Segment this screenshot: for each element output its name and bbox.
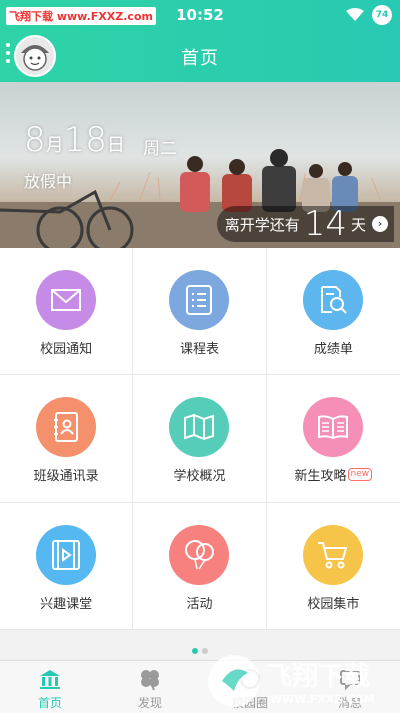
grid-item-label: 班级通讯录 bbox=[33, 469, 99, 485]
new-badge: new bbox=[347, 468, 373, 482]
map-icon bbox=[169, 397, 230, 458]
grid-item-label: 活动 bbox=[186, 596, 213, 612]
page-title: 首页 bbox=[181, 48, 219, 69]
grid-item-label: 学校概况 bbox=[173, 469, 226, 485]
watermark-logo: 飞翔下载 WWW.FXXZ.COM bbox=[208, 655, 375, 707]
battery-icon: 74 bbox=[372, 5, 392, 25]
wifi-icon bbox=[346, 8, 364, 21]
status-bar: 飞翔下载 www.FXXZ.com 10:52 74 bbox=[0, 0, 400, 30]
app-bar: 首页 bbox=[0, 30, 400, 82]
balloons-icon bbox=[169, 524, 230, 585]
nav-label: 首页 bbox=[37, 696, 62, 710]
status-time: 10:52 bbox=[176, 6, 224, 24]
grid-item-label: 课程表 bbox=[179, 342, 219, 357]
grid-item-label: 新生攻略 new bbox=[267, 465, 400, 484]
watermark-brand: 飞翔下载 bbox=[266, 662, 370, 692]
banner[interactable]: 8月18日 周二 放假中 离开学还有 14 天 › bbox=[0, 82, 400, 248]
contacts-book-icon bbox=[36, 397, 97, 458]
vacation-status: 放假中 bbox=[24, 172, 73, 191]
nav-discover[interactable]: 发现 bbox=[100, 661, 200, 713]
grid-item-school-notice[interactable]: 校园通知 bbox=[0, 248, 134, 376]
grid-item-label: 成绩单 bbox=[313, 342, 353, 357]
nav-home[interactable]: 首页 bbox=[0, 661, 100, 713]
grid-item-class-contacts[interactable]: 班级通讯录 bbox=[0, 375, 134, 503]
open-book-icon bbox=[303, 397, 364, 458]
home-building-icon bbox=[40, 670, 60, 689]
grid-item-activities[interactable]: 活动 bbox=[133, 502, 267, 630]
grid-item-interest-class[interactable]: 兴趣课堂 bbox=[0, 502, 134, 630]
grid-item-school-overview[interactable]: 学校概况 bbox=[133, 375, 267, 503]
countdown-badge[interactable]: 离开学还有 14 天 › bbox=[216, 204, 394, 244]
grid-item-label: 校园集市 bbox=[307, 596, 360, 612]
video-icon bbox=[36, 524, 97, 585]
grid-item-label: 兴趣课堂 bbox=[40, 596, 93, 612]
countdown-unit: 天 bbox=[350, 215, 366, 234]
watermark-url: WWW.FXXZ.COM bbox=[270, 693, 375, 706]
shopping-cart-icon bbox=[303, 524, 364, 585]
nav-label: 发现 bbox=[137, 696, 162, 710]
grid-item-timetable[interactable]: 课程表 bbox=[133, 248, 267, 376]
report-search-icon bbox=[303, 270, 364, 330]
page-indicator bbox=[0, 639, 400, 654]
mail-icon bbox=[36, 270, 97, 330]
grid-item-freshman-guide[interactable]: 新生攻略 new bbox=[266, 375, 400, 503]
banner-date: 8月18日 bbox=[24, 120, 125, 160]
countdown-days: 14 bbox=[303, 204, 347, 244]
grid-item-label: 校园通知 bbox=[40, 342, 93, 357]
page-dot-active bbox=[192, 648, 198, 654]
clover-icon bbox=[141, 670, 159, 691]
list-icon bbox=[169, 270, 230, 330]
banner-weekday: 周二 bbox=[143, 139, 177, 159]
feature-grid: 校园通知 课程表 成绩单 班级通讯录 学校概况 新生攻略 new 兴趣课堂 活动… bbox=[0, 248, 400, 630]
grid-item-report-card[interactable]: 成绩单 bbox=[266, 248, 400, 376]
countdown-label: 离开学还有 bbox=[224, 215, 300, 234]
chevron-right-icon: › bbox=[372, 216, 388, 232]
grid-item-campus-market[interactable]: 校园集市 bbox=[266, 503, 400, 630]
